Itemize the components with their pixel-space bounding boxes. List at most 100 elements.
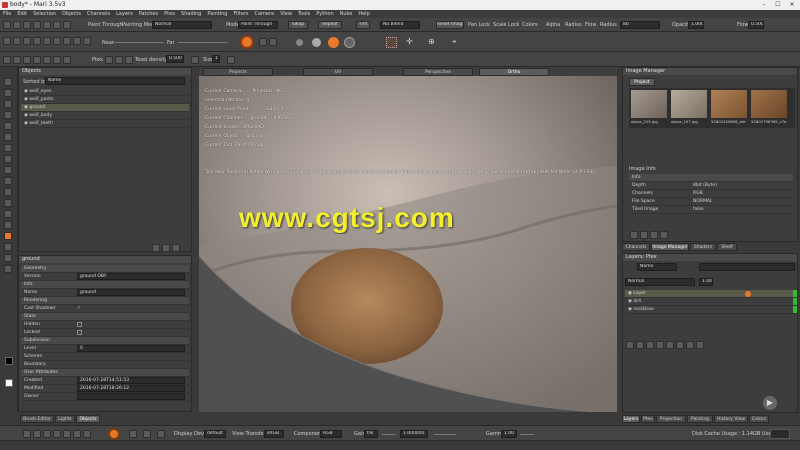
- import-image-icon[interactable]: [630, 231, 638, 239]
- orbit-icon[interactable]: [53, 430, 61, 438]
- layers-search-field[interactable]: [699, 263, 795, 271]
- tab-colors[interactable]: Colors: [749, 415, 769, 423]
- menu-nuke[interactable]: Nuke: [337, 10, 356, 17]
- merge-layer-icon[interactable]: [676, 341, 684, 349]
- face-icon[interactable]: [43, 56, 51, 64]
- display-device-select[interactable]: default: [204, 430, 226, 438]
- maximize-button[interactable]: ☐: [771, 0, 785, 10]
- tool-grid-icon[interactable]: [4, 210, 12, 218]
- thumb-stone-107[interactable]: [671, 90, 707, 118]
- section-user-attributes[interactable]: User Attributes: [21, 369, 189, 377]
- undo-icon[interactable]: [23, 21, 31, 29]
- tool-clone-icon[interactable]: [4, 111, 12, 119]
- menu-camera[interactable]: Camera: [251, 10, 277, 17]
- ptex-reset-icon[interactable]: [227, 56, 235, 64]
- tool-eraser-icon[interactable]: [4, 100, 12, 108]
- snapshot-icon[interactable]: [43, 21, 51, 29]
- stencil-icon[interactable]: [386, 37, 397, 48]
- swap-button[interactable]: Swap: [288, 21, 308, 29]
- menu-patches[interactable]: Patches: [136, 10, 161, 17]
- new-layer-icon[interactable]: [626, 341, 634, 349]
- gain-slider[interactable]: [382, 434, 396, 435]
- menu-layers[interactable]: Layers: [113, 10, 136, 17]
- transform-icon[interactable]: ✛: [406, 37, 413, 46]
- gain-field[interactable]: 1.000000: [400, 430, 428, 438]
- menu-help[interactable]: Help: [355, 10, 372, 17]
- section-geometry[interactable]: Geometry: [21, 265, 189, 273]
- radius-toggle[interactable]: Radius: [565, 22, 582, 28]
- ptex-resize-icon[interactable]: [115, 56, 123, 64]
- menu-file[interactable]: File: [0, 10, 14, 17]
- radius-field[interactable]: 80: [620, 21, 660, 29]
- sort-select[interactable]: Name: [45, 77, 185, 85]
- alpha-toggle[interactable]: Alpha: [546, 22, 560, 28]
- object-icon[interactable]: [33, 56, 41, 64]
- ptex-apply-icon[interactable]: [191, 56, 199, 64]
- section-subdivision[interactable]: Subdivision: [21, 337, 189, 345]
- repeat-button[interactable]: Repeat: [318, 21, 342, 29]
- rotate-icon[interactable]: [33, 430, 41, 438]
- zoom-icon[interactable]: [63, 430, 71, 438]
- texel-density-field[interactable]: 0.500: [166, 55, 184, 63]
- paint-active-icon[interactable]: [108, 428, 120, 440]
- section-info[interactable]: Info: [21, 281, 189, 289]
- cache-layer-icon[interactable]: [686, 341, 694, 349]
- fill-icon[interactable]: [269, 38, 277, 46]
- clip-icon[interactable]: [143, 430, 151, 438]
- align-icon[interactable]: ⊕: [428, 37, 435, 46]
- hidden-checkbox[interactable]: [77, 322, 82, 327]
- tab-projection[interactable]: Projection: [656, 415, 686, 423]
- tool-burn-icon[interactable]: [4, 177, 12, 185]
- cast-shadows-checkbox[interactable]: ✓: [77, 305, 81, 313]
- lasso-icon[interactable]: [3, 56, 11, 64]
- layer-opacity-field[interactable]: 1.000: [699, 278, 713, 286]
- level-select[interactable]: 0: [77, 345, 185, 352]
- tool-dodge-icon[interactable]: [4, 166, 12, 174]
- eraser-icon[interactable]: [259, 38, 267, 46]
- mode-select[interactable]: Paint Through: [238, 21, 278, 29]
- brush-medium-icon[interactable]: [312, 38, 321, 47]
- thumb-dirt-1[interactable]: [711, 90, 747, 118]
- tab-shaders[interactable]: Shaders: [690, 243, 716, 251]
- edge-icon[interactable]: [63, 56, 71, 64]
- thumb-stone-225[interactable]: [631, 90, 667, 118]
- pan-lock-toggle[interactable]: Pan Lock: [468, 22, 490, 28]
- tab-ptex[interactable]: Ptex: [641, 415, 655, 423]
- tab-lights[interactable]: Lights: [55, 415, 75, 423]
- layers-filter-select[interactable]: Name: [637, 263, 677, 271]
- paint-target-icon[interactable]: [745, 291, 751, 297]
- close-image-icon[interactable]: [650, 231, 658, 239]
- tool-transform-icon[interactable]: [4, 199, 12, 207]
- object-row-wolf-body[interactable]: ◉ wolf_body: [21, 112, 189, 120]
- brush-color-icon[interactable]: [328, 37, 339, 48]
- menu-python[interactable]: Python: [313, 10, 336, 17]
- vertex-icon[interactable]: [53, 56, 61, 64]
- size-field[interactable]: 1: [212, 55, 220, 63]
- far-slider[interactable]: [178, 42, 228, 43]
- tool-slide-icon[interactable]: [4, 144, 12, 152]
- duplicate-object-icon[interactable]: [162, 244, 170, 252]
- blend-select[interactable]: No Blend: [380, 21, 420, 29]
- colors-toggle[interactable]: Colors: [522, 22, 538, 28]
- tool-stencil-icon[interactable]: [4, 254, 12, 262]
- tab-project[interactable]: Project: [629, 78, 655, 86]
- object-row-wolf-eyes[interactable]: ◉ wolf_eyes: [21, 88, 189, 96]
- locked-checkbox[interactable]: [77, 330, 82, 335]
- object-row-wolf-teeth[interactable]: ◉ wolf_teeth: [21, 120, 189, 128]
- down-icon[interactable]: [43, 430, 51, 438]
- move-icon[interactable]: [13, 37, 21, 45]
- menu-shading[interactable]: Shading: [178, 10, 204, 17]
- tab-layers[interactable]: Layers: [622, 415, 640, 423]
- layer-row[interactable]: ◉ rockBase: [625, 306, 797, 314]
- tab-painting[interactable]: Painting: [687, 415, 713, 423]
- menu-tools[interactable]: Tools: [295, 10, 313, 17]
- wire-icon[interactable]: [43, 37, 51, 45]
- camera-icon[interactable]: [53, 21, 61, 29]
- version-select[interactable]: ground OBY: [77, 273, 185, 280]
- layer-blend-select[interactable]: Normal: [625, 278, 695, 286]
- ptex-icon[interactable]: [105, 56, 113, 64]
- near-slider[interactable]: [114, 42, 164, 43]
- grid-icon[interactable]: [83, 37, 91, 45]
- export-image-icon[interactable]: [640, 231, 648, 239]
- paint-brush-icon[interactable]: [240, 35, 254, 49]
